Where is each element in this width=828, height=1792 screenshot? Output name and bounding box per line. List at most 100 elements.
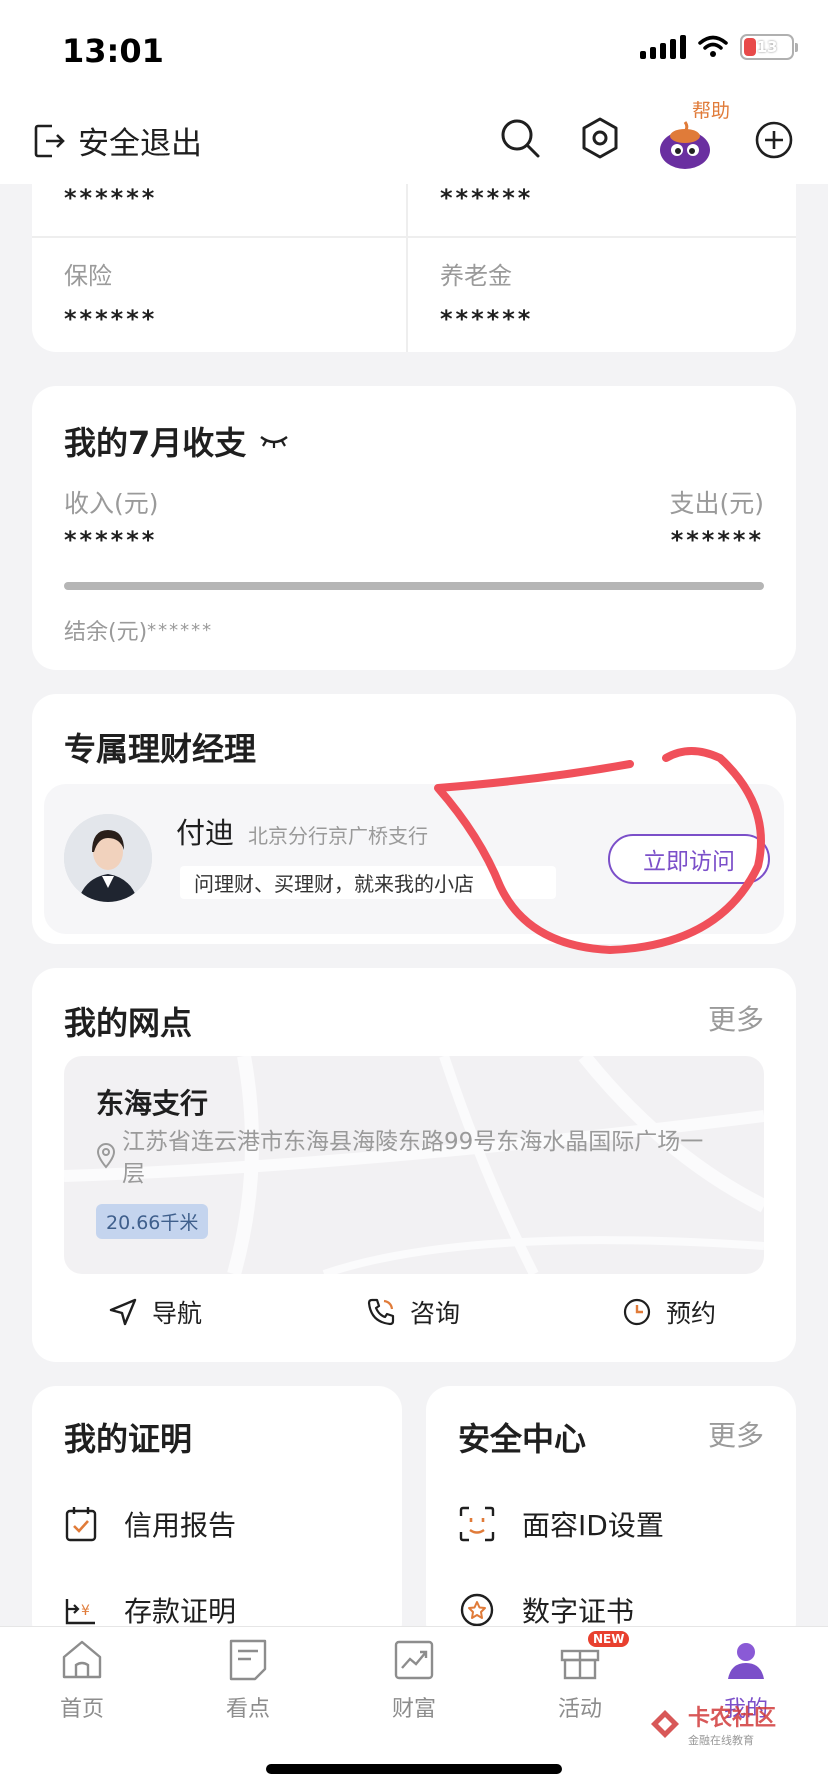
add-icon[interactable]: [754, 120, 794, 160]
watermark-main: 卡农社区: [688, 1706, 777, 1731]
face-id-label: 面容ID设置: [522, 1509, 664, 1542]
credit-report-item[interactable]: 信用报告: [64, 1504, 236, 1544]
tab-label: 看点: [225, 1697, 270, 1722]
digital-cert-label: 数字证书: [522, 1595, 635, 1628]
manager-slogan: 问理财、买理财，就来我的小店: [180, 866, 556, 899]
my-branch-card: 我的网点 更多 东海支行 江苏省连云港市东海县海陵东路99号东海水晶国际广场一层…: [32, 968, 796, 1362]
manager-branch: 北京分行京广桥支行: [248, 824, 429, 848]
watermark-sub: 金融在线教育: [688, 1734, 754, 1747]
status-icons: 13: [640, 34, 798, 60]
tab-activity[interactable]: NEW 活动: [520, 1631, 640, 1723]
new-badge: NEW: [588, 1631, 630, 1647]
branch-name: 东海支行: [96, 1087, 209, 1120]
home-icon: [62, 1640, 102, 1679]
signal-icon: [640, 35, 686, 59]
status-bar: 13:01 13: [0, 0, 828, 96]
digital-cert-item[interactable]: 数字证书: [458, 1590, 634, 1630]
income-title-row: 我的7月收支: [64, 418, 290, 464]
pension-cell[interactable]: 养老金 ******: [440, 256, 800, 333]
asset-cell[interactable]: ******: [440, 184, 800, 212]
asset-value: ******: [440, 184, 534, 212]
consult-button[interactable]: 咨询: [366, 1294, 460, 1330]
consult-label: 咨询: [410, 1299, 461, 1328]
battery-icon: 13: [740, 34, 798, 60]
income-progress-bar: [64, 582, 764, 590]
branch-actions: 导航 咨询 预约: [32, 1294, 796, 1344]
help-label[interactable]: 帮助: [692, 96, 731, 123]
asset-value: ******: [440, 305, 534, 333]
tab-label: 首页: [59, 1697, 104, 1722]
mascot-icon[interactable]: [656, 120, 714, 170]
wealth-chart-icon: [394, 1640, 434, 1680]
top-nav: 安全退出 帮助: [0, 96, 828, 184]
manager-title: 专属理财经理: [64, 730, 257, 768]
logout-button[interactable]: 安全退出: [32, 118, 202, 163]
insurance-cell[interactable]: 保险 ******: [64, 256, 424, 333]
expense-label: 支出(元): [669, 489, 764, 518]
manager-name: 付迪: [176, 816, 235, 850]
eye-closed-icon[interactable]: [258, 431, 290, 451]
watermark-logo-icon: [651, 1710, 679, 1738]
navigate-button[interactable]: 导航: [108, 1294, 202, 1330]
expense-value: ******: [670, 526, 764, 554]
manager-panel[interactable]: 付迪 北京分行京广桥支行 问理财、买理财，就来我的小店 立即访问: [44, 784, 784, 934]
divider: [32, 236, 796, 238]
news-icon: [229, 1639, 267, 1681]
phone-icon: [367, 1298, 395, 1326]
manager-name-row: 付迪 北京分行京广桥支行: [176, 810, 428, 852]
distance-tag: 20.66千米: [96, 1204, 209, 1239]
deposit-proof-item[interactable]: ¥ 存款证明: [64, 1590, 236, 1630]
logout-icon: [34, 124, 65, 157]
income-title: 我的7月收支: [64, 424, 247, 462]
branch-more-link[interactable]: 更多: [708, 998, 764, 1038]
tab-home[interactable]: 首页: [22, 1637, 142, 1723]
deposit-icon: ¥: [65, 1599, 95, 1625]
reserve-label: 预约: [666, 1299, 717, 1328]
reserve-button[interactable]: 预约: [622, 1294, 716, 1330]
svg-text:¥: ¥: [81, 1603, 90, 1619]
branch-map[interactable]: 东海支行 江苏省连云港市东海县海陵东路99号东海水晶国际广场一层 20.66千米: [64, 1056, 764, 1274]
watermark-text: 卡农社区 金融在线教育: [688, 1700, 776, 1748]
branch-title: 我的网点: [64, 1004, 193, 1042]
asset-label: 保险: [64, 262, 112, 290]
navigate-label: 导航: [152, 1299, 203, 1328]
wealth-manager-card: 专属理财经理 付迪 北京分行京广桥支行 问理财、买理财，就来我的小店 立即访问: [32, 694, 796, 944]
security-center-card: 安全中心 更多 面容ID设置 数字证书: [426, 1386, 796, 1646]
home-indicator: [266, 1764, 562, 1774]
certificate-badge-icon: [460, 1593, 494, 1627]
certificates-title: 我的证明: [64, 1420, 193, 1458]
deposit-proof-label: 存款证明: [124, 1595, 237, 1628]
branch-address: 江苏省连云港市东海县海陵东路99号东海水晶国际广场一层: [122, 1129, 704, 1187]
certificates-card: 我的证明 信用报告 ¥ 存款证明: [32, 1386, 402, 1646]
tab-label: 活动: [557, 1697, 602, 1722]
navigate-icon: [109, 1298, 137, 1326]
balance-value: ******: [147, 619, 214, 641]
asset-value: ******: [64, 305, 158, 333]
user-icon: [728, 1643, 764, 1679]
location-pin-icon: [96, 1142, 116, 1169]
balance-row: 结余(元) ******: [64, 614, 213, 646]
tab-wealth[interactable]: 财富: [354, 1637, 474, 1723]
security-more-link[interactable]: 更多: [708, 1414, 764, 1454]
income-expense-card[interactable]: 我的7月收支 收入(元) ****** 支出(元) ****** 结余(元) *…: [32, 386, 796, 670]
tab-label: 财富: [391, 1697, 436, 1722]
tab-news[interactable]: 看点: [188, 1637, 308, 1723]
asset-label: 养老金: [440, 262, 512, 290]
watermark: 卡农社区 金融在线教育: [648, 1700, 776, 1748]
face-id-item[interactable]: 面容ID设置: [458, 1504, 664, 1544]
clock-icon: [623, 1298, 651, 1326]
logout-label: 安全退出: [78, 126, 202, 162]
settings-icon[interactable]: [578, 116, 622, 160]
balance-label: 结余(元): [64, 620, 148, 645]
search-icon[interactable]: [498, 116, 542, 160]
face-id-icon: [459, 1506, 495, 1542]
security-title: 安全中心: [458, 1420, 587, 1458]
calendar-check-icon: [65, 1507, 97, 1542]
status-time: 13:01: [62, 32, 164, 70]
income-label: 收入(元): [64, 489, 159, 518]
income-value: ******: [64, 526, 158, 554]
visit-now-button[interactable]: 立即访问: [608, 834, 770, 884]
branch-address-row: 江苏省连云港市东海县海陵东路99号东海水晶国际广场一层: [96, 1126, 726, 1190]
asset-cell[interactable]: ******: [64, 184, 424, 212]
manager-avatar: [64, 814, 152, 902]
